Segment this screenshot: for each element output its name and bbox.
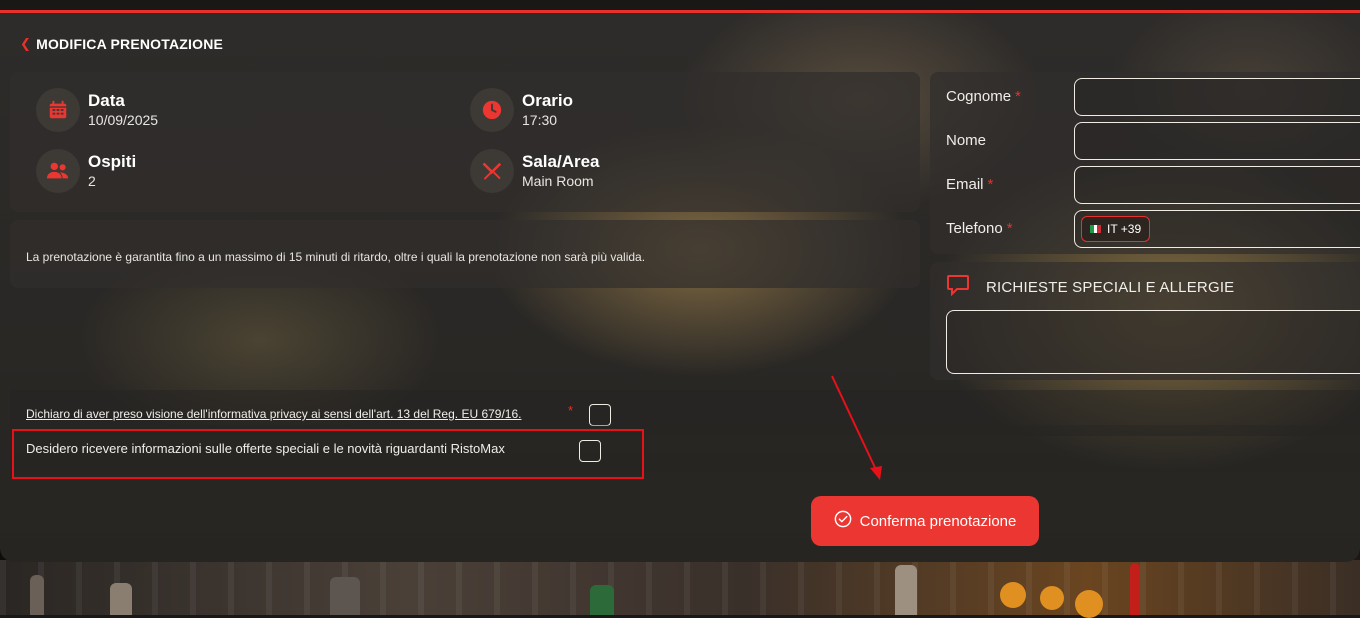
email-row: Email * <box>946 164 1360 204</box>
phone-row: Telefono * IT +39 <box>946 208 1360 248</box>
reservation-note: La prenotazione è garantita fino a un ma… <box>26 250 646 264</box>
summary-area-label: Sala/Area <box>522 152 600 171</box>
bottle-decoration <box>30 575 44 615</box>
surname-row: Cognome * <box>946 76 1360 116</box>
bottle-decoration <box>1130 563 1140 615</box>
surname-input[interactable] <box>1074 78 1360 116</box>
email-input[interactable] <box>1074 166 1360 204</box>
required-mark: * <box>1006 219 1013 237</box>
name-input[interactable] <box>1074 122 1360 160</box>
summary-date-value: 10/09/2025 <box>88 112 159 128</box>
special-requests-textarea[interactable] <box>946 310 1360 374</box>
reservation-note-card: La prenotazione è garantita fino a un ma… <box>10 220 920 288</box>
special-requests-card: RICHIESTE SPECIALI E ALLERGIE <box>930 262 1360 380</box>
email-label: Email * <box>946 175 994 193</box>
special-requests-title: RICHIESTE SPECIALI E ALLERGIE <box>986 278 1235 296</box>
privacy-checkbox[interactable] <box>589 404 611 426</box>
fruit-decoration <box>1000 582 1026 608</box>
summary-area: Sala/Area Main Room <box>470 149 600 193</box>
confirm-reservation-label: Conferma prenotazione <box>859 512 1017 530</box>
privacy-consent-text[interactable]: Dichiaro di aver preso visione dell'info… <box>26 407 522 421</box>
back-link-label: MODIFICA PRENOTAZIONE <box>36 36 224 52</box>
people-icon <box>36 149 80 193</box>
chevron-left-icon: ❮ <box>20 36 32 51</box>
fruit-decoration <box>1075 590 1103 618</box>
accent-top-line <box>0 10 1360 13</box>
summary-area-value: Main Room <box>522 173 594 189</box>
background-restaurant-strip <box>0 560 1360 618</box>
required-mark: * <box>568 403 574 418</box>
reservation-summary-card: Data 10/09/2025 Orario 17:30 Ospiti 2 Sa… <box>10 72 920 212</box>
italy-flag-icon <box>1090 225 1102 233</box>
name-label: Nome <box>946 131 987 149</box>
chat-icon <box>946 274 970 300</box>
bottle-decoration <box>110 583 132 615</box>
fruit-decoration <box>1040 586 1064 610</box>
contact-form-card: Cognome * Nome Email * Telefono * IT +39 <box>930 72 1360 254</box>
required-mark: * <box>987 175 994 193</box>
summary-time-label: Orario <box>522 91 574 110</box>
clock-icon <box>470 88 514 132</box>
annotation-arrow-icon <box>831 375 882 480</box>
summary-guests: Ospiti 2 <box>36 149 136 193</box>
summary-time: Orario 17:30 <box>470 88 573 132</box>
phone-input[interactable]: IT +39 <box>1074 210 1360 248</box>
bottle-decoration <box>330 577 360 615</box>
phone-label: Telefono * <box>946 219 1013 237</box>
summary-guests-value: 2 <box>88 173 96 189</box>
phone-prefix-label: IT +39 <box>1107 222 1142 236</box>
confirm-reservation-button[interactable]: Conferma prenotazione <box>811 496 1039 546</box>
cutlery-icon <box>470 149 514 193</box>
name-row: Nome <box>946 120 1360 160</box>
summary-date: Data 10/09/2025 <box>36 88 158 132</box>
annotation-highlight-box <box>12 429 644 479</box>
summary-guests-label: Ospiti <box>88 152 137 171</box>
summary-date-label: Data <box>88 91 125 110</box>
calendar-icon <box>36 88 80 132</box>
summary-time-value: 17:30 <box>522 112 558 128</box>
special-requests-header: RICHIESTE SPECIALI E ALLERGIE <box>946 274 1234 300</box>
check-circle-icon <box>834 510 852 532</box>
phone-country-selector[interactable]: IT +39 <box>1081 216 1151 242</box>
reservation-panel: ❮ MODIFICA PRENOTAZIONE Data 10/09/2025 … <box>0 10 1360 562</box>
back-link[interactable]: ❮ MODIFICA PRENOTAZIONE <box>20 36 223 52</box>
required-mark: * <box>1015 87 1021 105</box>
bottle-decoration <box>590 585 614 615</box>
bottle-decoration <box>895 565 917 615</box>
surname-label: Cognome * <box>946 87 1021 105</box>
